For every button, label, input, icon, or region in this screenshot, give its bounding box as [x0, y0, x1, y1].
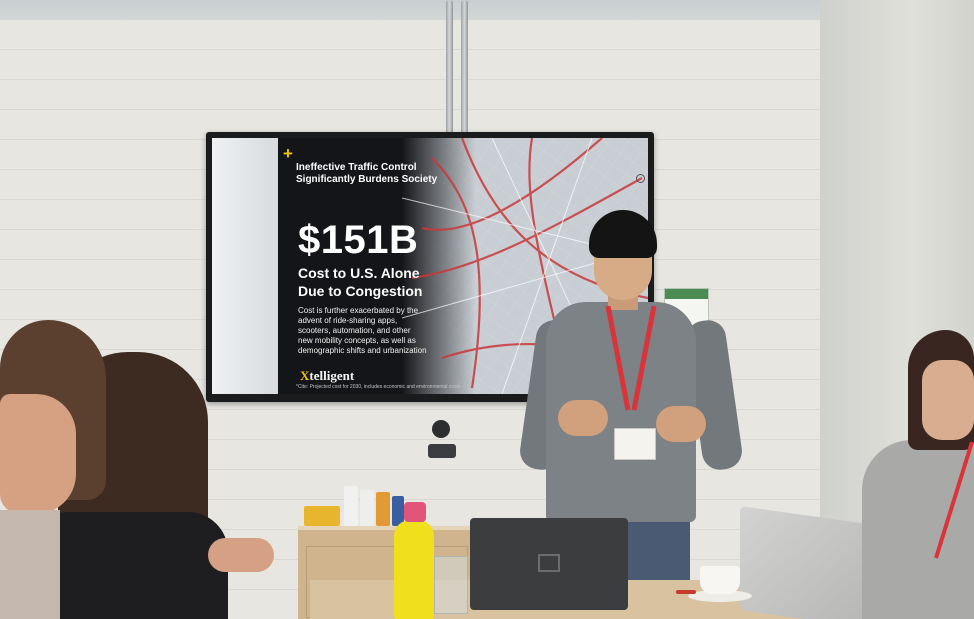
- audience-member: [862, 330, 974, 619]
- coffee-cup: [700, 566, 740, 594]
- plus-icon: +: [283, 144, 293, 163]
- webcam: [428, 420, 460, 460]
- cost-caption-line: Due to Congestion: [298, 283, 423, 299]
- lanyard: [605, 306, 657, 411]
- body-line: Cost is further exacerbated by the: [298, 306, 419, 315]
- conduit-pipe: [446, 0, 453, 150]
- water-bottle: [392, 502, 436, 619]
- body-line: demographic shifts and urbanization: [298, 346, 427, 355]
- conduit-pipe: [461, 0, 468, 150]
- laptop-silver: [740, 506, 882, 619]
- laptop-logo-icon: [538, 554, 560, 572]
- drinking-glass: [434, 556, 468, 614]
- brand-logo-text: telligent: [309, 368, 355, 383]
- brand-logo-x: X: [300, 368, 310, 383]
- cost-caption: Cost to U.S. Alone Due to Congestion: [298, 264, 422, 300]
- audience-member: [0, 320, 110, 619]
- brand-logo: Xtelligent: [300, 368, 354, 384]
- pen: [676, 590, 696, 594]
- slide-body-text: Cost is further exacerbated by the adven…: [298, 306, 446, 356]
- slide-title: Ineffective Traffic Control Significantl…: [296, 162, 471, 186]
- slide-title-line: Significantly Burdens Society: [296, 174, 438, 185]
- slide-footnote: *Cite: Projected cost for 2030, includes…: [296, 384, 461, 390]
- cost-figure: $151B: [298, 218, 419, 262]
- body-line: scooters, automation, and other: [298, 326, 411, 335]
- body-line: advent of ride-sharing apps,: [298, 316, 398, 325]
- circle-icon: [636, 174, 645, 183]
- conference-room-photo: + Ineffective Traffic Control Significan…: [0, 0, 974, 619]
- cost-caption-line: Cost to U.S. Alone: [298, 265, 420, 281]
- lanyard: [934, 442, 974, 559]
- slide-title-line: Ineffective Traffic Control: [296, 162, 417, 173]
- name-badge: [614, 428, 656, 460]
- body-line: new mobility concepts, as well as: [298, 336, 416, 345]
- laptop-dark: [470, 518, 628, 610]
